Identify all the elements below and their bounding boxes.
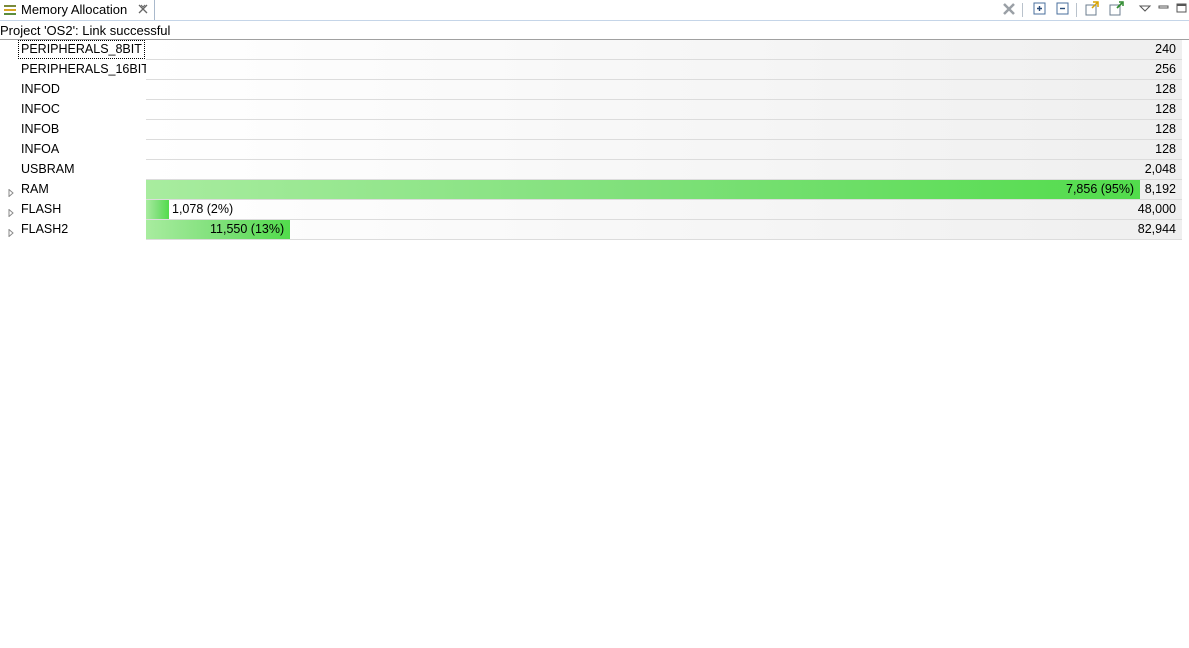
table-row[interactable]: FLASH 1,078 (2%) 48,000 <box>0 200 1189 220</box>
memory-region-name[interactable]: RAM <box>19 181 51 198</box>
memory-region-name[interactable]: USBRAM <box>19 161 76 178</box>
usage-cell: 128 <box>146 80 1182 100</box>
view-menu-icon[interactable] <box>1138 1 1154 17</box>
memory-region-name[interactable]: INFOB <box>19 121 61 138</box>
memory-region-name[interactable]: PERIPHERALS_8BIT <box>18 40 145 59</box>
link-status: Project 'OS2': Link successful <box>0 23 171 38</box>
table-row[interactable]: USBRAM 2,048 <box>0 160 1189 180</box>
table-row[interactable]: PERIPHERALS_8BIT 240 <box>0 40 1189 60</box>
total-size: 128 <box>1155 122 1176 136</box>
usage-cell: 2,048 <box>146 160 1182 180</box>
total-size: 82,944 <box>1137 222 1176 236</box>
expand-all-icon[interactable] <box>1032 1 1048 17</box>
toolbar-separator <box>1022 3 1023 17</box>
expand-arrow-icon[interactable] <box>7 186 15 198</box>
tab-memory-allocation[interactable]: Memory Allocation <box>0 0 155 20</box>
usage-cell: 1,078 (2%) 48,000 <box>146 200 1182 220</box>
memory-region-name[interactable]: INFOD <box>19 81 62 98</box>
usage-cell: 256 <box>146 60 1182 80</box>
total-size: 128 <box>1155 142 1176 156</box>
memory-region-name[interactable]: INFOA <box>19 141 61 158</box>
table-row[interactable]: INFOC 128 <box>0 100 1189 120</box>
pin-icon[interactable] <box>1108 1 1124 17</box>
usage-cell: 7,856 (95%) 8,192 <box>146 180 1182 200</box>
memory-region-name[interactable]: INFOC <box>19 101 62 118</box>
expand-arrow-icon[interactable] <box>7 226 15 238</box>
memory-region-name[interactable]: FLASH2 <box>19 221 70 238</box>
total-size: 128 <box>1155 82 1176 96</box>
clear-icon[interactable] <box>1001 1 1017 17</box>
total-size: 2,048 <box>1144 162 1176 176</box>
tab-title: Memory Allocation <box>21 2 128 17</box>
usage-bar <box>146 200 169 219</box>
usage-label: 1,078 (2%) <box>172 202 234 216</box>
usage-cell: 128 <box>146 120 1182 140</box>
table-row[interactable]: FLASH2 11,550 (13%) 82,944 <box>0 220 1189 240</box>
expand-arrow-icon[interactable] <box>7 206 15 218</box>
usage-cell: 240 <box>146 40 1182 60</box>
table-row[interactable]: INFOB 128 <box>0 120 1189 140</box>
minimize-icon[interactable] <box>1157 1 1173 17</box>
collapse-all-icon[interactable] <box>1055 1 1071 17</box>
memory-region-name[interactable]: PERIPHERALS_16BIT <box>19 61 151 78</box>
close-icon[interactable] <box>138 2 150 16</box>
maximize-icon[interactable] <box>1175 1 1189 17</box>
total-size: 240 <box>1155 42 1176 56</box>
total-size: 128 <box>1155 102 1176 116</box>
toolbar-separator <box>1076 3 1077 17</box>
total-size: 48,000 <box>1137 202 1176 216</box>
usage-label: 7,856 (95%) <box>1066 182 1135 196</box>
usage-bar <box>146 180 1140 199</box>
total-size: 256 <box>1155 62 1176 76</box>
table-row[interactable]: INFOA 128 <box>0 140 1189 160</box>
memory-view-icon <box>3 3 17 17</box>
export-icon[interactable] <box>1084 1 1100 17</box>
usage-cell: 128 <box>146 100 1182 120</box>
view-tab-bar: Memory Allocation <box>0 0 1189 21</box>
usage-label: 11,550 (13%) <box>210 222 285 236</box>
table-row[interactable]: RAM 7,856 (95%) 8,192 <box>0 180 1189 200</box>
memory-region-name[interactable]: FLASH <box>19 201 63 218</box>
table-row[interactable]: INFOD 128 <box>0 80 1189 100</box>
usage-cell: 128 <box>146 140 1182 160</box>
table-row[interactable]: PERIPHERALS_16BIT 256 <box>0 60 1189 80</box>
usage-cell: 11,550 (13%) 82,944 <box>146 220 1182 240</box>
total-size: 8,192 <box>1144 182 1176 196</box>
